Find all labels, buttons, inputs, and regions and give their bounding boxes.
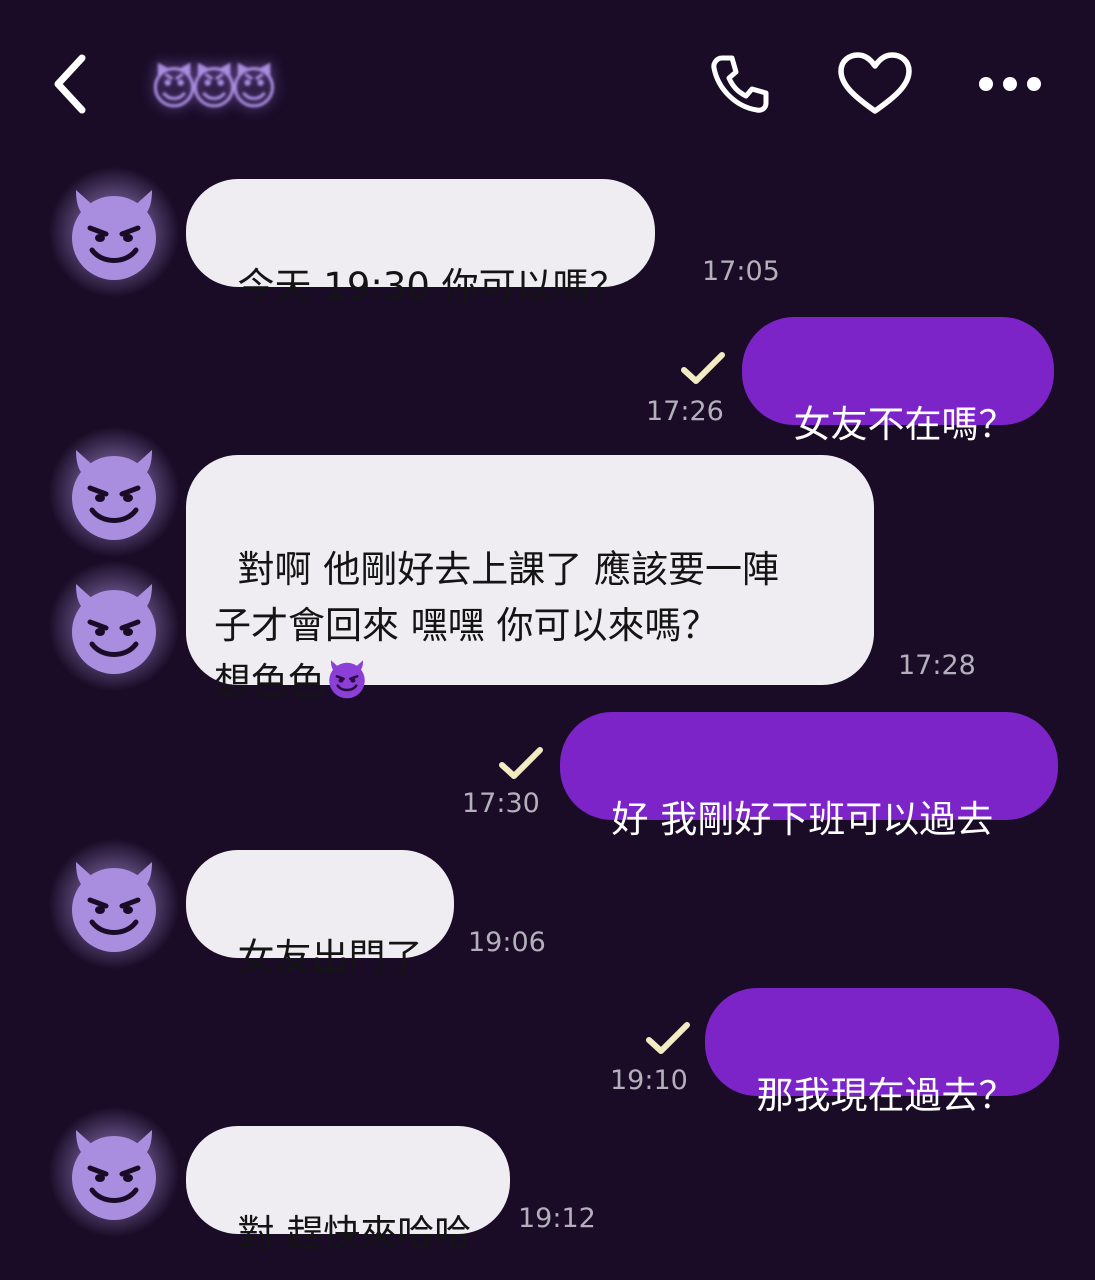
call-button[interactable] [700, 48, 780, 120]
chat-header: 😈😈😈 [0, 0, 1095, 160]
contact-avatar[interactable] [48, 166, 180, 298]
read-check-icon [646, 1022, 690, 1054]
message-time: 19:12 [518, 1203, 596, 1234]
contact-avatar[interactable] [48, 560, 180, 692]
chevron-left-icon [54, 54, 86, 114]
message-bubble-outgoing[interactable]: 那我現在過去？ [705, 988, 1059, 1117]
smiling-devil-icon [72, 190, 156, 280]
contact-avatar[interactable] [48, 426, 180, 558]
message-text: 女友不在嗎？ [793, 403, 1016, 446]
read-check-icon [681, 352, 725, 384]
message-bubble-incoming[interactable]: 今天 19:30 你可以嗎？ [186, 179, 655, 308]
smiling-devil-icon [72, 450, 156, 540]
message-bubble-outgoing[interactable]: 女友不在嗎？ [742, 317, 1054, 446]
message-bubble-incoming[interactable]: 對 趕快來哈哈 [186, 1126, 510, 1255]
message-time: 17:28 [898, 650, 976, 681]
favorite-button[interactable] [830, 48, 920, 120]
message-time: 17:05 [702, 256, 780, 287]
contact-avatar[interactable] [48, 838, 180, 970]
back-button[interactable] [38, 48, 102, 120]
message-time: 17:26 [646, 396, 724, 427]
message-text: 對 趕快來哈哈 [237, 1212, 472, 1255]
message-text: 今天 19:30 你可以嗎？ [237, 265, 627, 308]
message-bubble-incoming[interactable]: 女友出門了 [186, 850, 454, 979]
more-options-button[interactable] [970, 48, 1050, 120]
message-text: 那我現在過去？ [756, 1074, 1016, 1117]
message-text: 好 我剛好下班可以過去 [611, 798, 994, 841]
smiling-devil-icon [72, 1130, 156, 1220]
smiling-devil-emoji-icon [329, 660, 365, 699]
message-text: 女友出門了 [237, 936, 423, 979]
message-bubble-outgoing[interactable]: 好 我剛好下班可以過去 [560, 712, 1058, 841]
message-time: 19:06 [468, 927, 546, 958]
message-time: 17:30 [462, 788, 540, 819]
read-check-icon [499, 747, 543, 779]
message-bubble-incoming[interactable]: 對啊 他剛好去上課了 應該要一陣 子才會回來 嘿嘿 你可以來嗎？ 想色色 [186, 455, 874, 703]
smiling-devil-icon [72, 862, 156, 952]
more-horizontal-icon [979, 77, 1041, 91]
message-time: 19:10 [610, 1065, 688, 1096]
message-text: 對啊 他剛好去上課了 應該要一陣 子才會回來 嘿嘿 你可以來嗎？ 想色色 [214, 548, 780, 703]
smiling-devil-icon [72, 584, 156, 674]
contact-name[interactable]: 😈😈😈 [150, 52, 330, 124]
heart-outline-icon [838, 52, 912, 114]
contact-avatar[interactable] [48, 1106, 180, 1238]
phone-icon [711, 55, 769, 113]
